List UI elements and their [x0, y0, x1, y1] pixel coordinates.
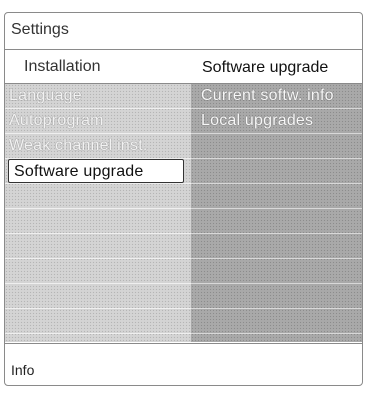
- breadcrumb-installation[interactable]: Installation: [24, 58, 101, 76]
- settings-menu-window: Settings Installation Software upgrade L…: [4, 12, 363, 386]
- submenu-item-label: Current softw. info: [201, 87, 334, 104]
- menu-item-label: Language: [9, 87, 82, 104]
- menu-item-label-selected: Software upgrade: [8, 159, 184, 183]
- empty-row: [5, 184, 191, 209]
- info-bar: Info: [5, 343, 362, 385]
- empty-row: [191, 259, 362, 284]
- empty-row: [191, 234, 362, 259]
- empty-row: [191, 209, 362, 234]
- empty-row: [5, 234, 191, 259]
- menu-item-software-upgrade[interactable]: Software upgrade: [5, 159, 191, 184]
- current-submenu-title: Software upgrade: [202, 59, 329, 76]
- empty-row: [5, 259, 191, 284]
- menu-title: Settings: [11, 21, 69, 38]
- empty-row: [191, 184, 362, 209]
- title-bar: Settings: [5, 13, 362, 50]
- menu-item-label: Weak channel inst.: [9, 137, 148, 154]
- menu-item-label: Autoprogram: [9, 112, 104, 129]
- info-text: Info: [11, 362, 35, 378]
- subheader-bar: Installation Software upgrade: [5, 50, 362, 84]
- empty-row: [191, 134, 362, 159]
- menu-item-language[interactable]: Language: [5, 84, 191, 109]
- empty-row: [5, 284, 191, 309]
- submenu-item-label: Local upgrades: [201, 112, 314, 129]
- menu-item-weak-channel-install[interactable]: Weak channel inst.: [5, 134, 191, 159]
- empty-row: [191, 159, 362, 184]
- installation-menu-list: Language Autoprogram Weak channel inst. …: [5, 84, 191, 342]
- empty-row: [5, 309, 191, 334]
- empty-row: [191, 309, 362, 334]
- submenu-item-current-software-info[interactable]: Current softw. info: [191, 84, 362, 109]
- empty-row: [191, 284, 362, 309]
- submenu-item-local-upgrades[interactable]: Local upgrades: [191, 109, 362, 134]
- software-upgrade-submenu: Current softw. info Local upgrades: [191, 84, 362, 342]
- menu-item-autoprogram[interactable]: Autoprogram: [5, 109, 191, 134]
- empty-row: [5, 209, 191, 234]
